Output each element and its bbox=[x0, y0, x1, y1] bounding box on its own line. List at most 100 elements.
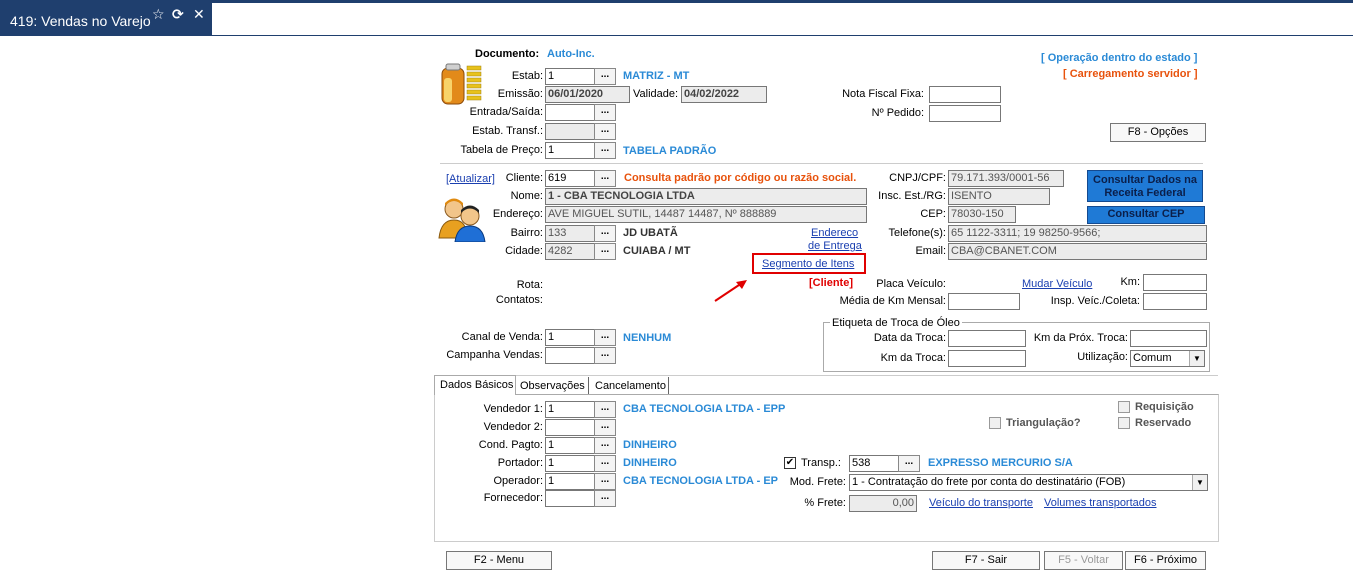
bairro-label: Bairro: bbox=[510, 227, 543, 239]
tabela-preco-lookup-button[interactable]: ... bbox=[594, 142, 616, 159]
operador-input[interactable]: 1 bbox=[545, 473, 595, 490]
proximo-button[interactable]: F6 - Próximo bbox=[1125, 551, 1206, 570]
consulta-hint: Consulta padrão por código ou razão soci… bbox=[624, 172, 857, 184]
transp-checkbox[interactable]: ✔ bbox=[784, 457, 796, 469]
endereco-entrega-link-1[interactable]: Endereco bbox=[811, 227, 858, 239]
refresh-icon[interactable]: ⟳ bbox=[172, 6, 184, 23]
km-prox-input[interactable] bbox=[1130, 330, 1207, 347]
canal-venda-lookup-button[interactable]: ... bbox=[594, 329, 616, 346]
cliente-lookup-button[interactable]: ... bbox=[594, 170, 616, 187]
volumes-transportados-link[interactable]: Volumes transportados bbox=[1044, 497, 1157, 509]
pct-frete-input[interactable]: 0,00 bbox=[849, 495, 917, 512]
bairro-input[interactable]: 133 bbox=[545, 225, 595, 242]
mudar-veiculo-link[interactable]: Mudar Veículo bbox=[1022, 278, 1092, 290]
mod-frete-select[interactable]: 1 - Contratação do frete por conta do de… bbox=[849, 474, 1208, 491]
tab-dados-basicos[interactable]: Dados Básicos bbox=[434, 375, 516, 395]
cidade-lookup-button[interactable]: ... bbox=[594, 243, 616, 260]
cidade-input[interactable]: 4282 bbox=[545, 243, 595, 260]
endereco-input[interactable]: AVE MIGUEL SUTIL, 14487 14487, Nº 888889 bbox=[545, 206, 867, 223]
cnpj-label: CNPJ/CPF: bbox=[889, 172, 946, 184]
opcoes-button[interactable]: F8 - Opções bbox=[1110, 123, 1206, 142]
media-km-input[interactable] bbox=[948, 293, 1020, 310]
portador-input[interactable]: 1 bbox=[545, 455, 595, 472]
operador-label: Operador: bbox=[493, 475, 543, 487]
vendedor2-input[interactable] bbox=[545, 419, 595, 436]
documento-value: Auto-Inc. bbox=[547, 48, 595, 60]
canal-venda-input[interactable]: 1 bbox=[545, 329, 595, 346]
km-label: Km: bbox=[1120, 276, 1140, 288]
cond-pagto-input[interactable]: 1 bbox=[545, 437, 595, 454]
portador-lookup-button[interactable]: ... bbox=[594, 455, 616, 472]
validade-input[interactable]: 04/02/2022 bbox=[681, 86, 767, 103]
telefone-input[interactable]: 65 1122-3311; 19 98250-9566; bbox=[948, 225, 1207, 242]
oleo-legend: Etiqueta de Troca de Óleo bbox=[830, 317, 962, 329]
veiculo-transporte-link[interactable]: Veículo do transporte bbox=[929, 497, 1033, 509]
vendedor2-lookup-button[interactable]: ... bbox=[594, 419, 616, 436]
tab-cancelamento[interactable]: Cancelamento bbox=[590, 377, 669, 394]
vendedor1-lookup-button[interactable]: ... bbox=[594, 401, 616, 418]
sair-button[interactable]: F7 - Sair bbox=[932, 551, 1040, 570]
consultar-cep-button[interactable]: Consultar CEP bbox=[1087, 206, 1205, 224]
cep-input[interactable]: 78030-150 bbox=[948, 206, 1016, 223]
data-troca-input[interactable] bbox=[948, 330, 1026, 347]
tabela-preco-label: Tabela de Preço: bbox=[460, 144, 543, 156]
tabela-preco-input[interactable]: 1 bbox=[545, 142, 595, 159]
operador-lookup-button[interactable]: ... bbox=[594, 473, 616, 490]
tabs-top-border bbox=[434, 375, 1218, 376]
consultar-receita-button[interactable]: Consultar Dados na Receita Federal bbox=[1087, 170, 1203, 202]
requisicao-checkbox[interactable] bbox=[1118, 401, 1130, 413]
data-troca-label: Data da Troca: bbox=[873, 332, 946, 344]
bairro-lookup-button[interactable]: ... bbox=[594, 225, 616, 242]
fornecedor-input[interactable] bbox=[545, 490, 595, 507]
nf-fixa-input[interactable] bbox=[929, 86, 1001, 103]
pedido-input[interactable] bbox=[929, 105, 1001, 122]
endereco-entrega-link-2[interactable]: de Entrega bbox=[808, 240, 862, 252]
voltar-button[interactable]: F5 - Voltar bbox=[1044, 551, 1123, 570]
insp-input[interactable] bbox=[1143, 293, 1207, 310]
utilizacao-select[interactable]: Comum ▼ bbox=[1130, 350, 1205, 367]
nome-input[interactable]: 1 - CBA TECNOLOGIA LTDA bbox=[545, 188, 867, 205]
email-label: Email: bbox=[915, 245, 946, 257]
tab-observacoes-label: Observações bbox=[520, 380, 585, 392]
tab-observacoes[interactable]: Observações bbox=[516, 377, 589, 394]
close-icon[interactable]: ✕ bbox=[193, 6, 205, 23]
reservado-checkbox[interactable] bbox=[1118, 417, 1130, 429]
operacao-status: [ Operação dentro do estado ] bbox=[1041, 52, 1198, 64]
chevron-down-icon[interactable]: ▼ bbox=[1192, 475, 1207, 490]
window-tab[interactable]: 419: Vendas no Varejo ☆ ⟳ ✕ bbox=[0, 3, 212, 36]
cliente-input[interactable]: 619 bbox=[545, 170, 595, 187]
menu-button[interactable]: F2 - Menu bbox=[446, 551, 552, 570]
nf-fixa-label: Nota Fiscal Fixa: bbox=[842, 88, 924, 100]
estab-transf-input[interactable] bbox=[545, 123, 595, 140]
fornecedor-lookup-button[interactable]: ... bbox=[594, 490, 616, 507]
estab-input[interactable]: 1 bbox=[545, 68, 595, 85]
canal-venda-desc: NENHUM bbox=[623, 332, 672, 344]
triangulacao-checkbox[interactable] bbox=[989, 417, 1001, 429]
endereco-label: Endereço: bbox=[492, 208, 543, 220]
vendedor1-input[interactable]: 1 bbox=[545, 401, 595, 418]
segmento-itens-link[interactable]: Segmento de Itens bbox=[762, 258, 854, 270]
star-icon[interactable]: ☆ bbox=[152, 6, 165, 23]
transp-lookup-button[interactable]: ... bbox=[898, 455, 920, 472]
entrada-saida-lookup-button[interactable]: ... bbox=[594, 104, 616, 121]
cnpj-input[interactable]: 79.171.393/0001-56 bbox=[948, 170, 1064, 187]
transp-input[interactable]: 538 bbox=[849, 455, 899, 472]
estab-desc: MATRIZ - MT bbox=[623, 70, 690, 82]
documento-label: Documento: bbox=[475, 48, 540, 60]
cidade-desc: CUIABA / MT bbox=[623, 245, 691, 257]
bairro-desc: JD UBATÃ bbox=[623, 227, 678, 239]
km-troca-input[interactable] bbox=[948, 350, 1026, 367]
km-input[interactable] bbox=[1143, 274, 1207, 291]
email-input[interactable]: CBA@CBANET.COM bbox=[948, 243, 1207, 260]
insc-input[interactable]: ISENTO bbox=[948, 188, 1050, 205]
chevron-down-icon[interactable]: ▼ bbox=[1189, 351, 1204, 366]
estab-lookup-button[interactable]: ... bbox=[594, 68, 616, 85]
entrada-saida-input[interactable] bbox=[545, 104, 595, 121]
reservado-label: Reservado bbox=[1135, 417, 1192, 429]
campanha-input[interactable] bbox=[545, 347, 595, 364]
atualizar-link[interactable]: [Atualizar] bbox=[446, 173, 495, 185]
campanha-lookup-button[interactable]: ... bbox=[594, 347, 616, 364]
emissao-input[interactable]: 06/01/2020 bbox=[545, 86, 630, 103]
cond-pagto-lookup-button[interactable]: ... bbox=[594, 437, 616, 454]
estab-transf-lookup-button[interactable]: ... bbox=[594, 123, 616, 140]
